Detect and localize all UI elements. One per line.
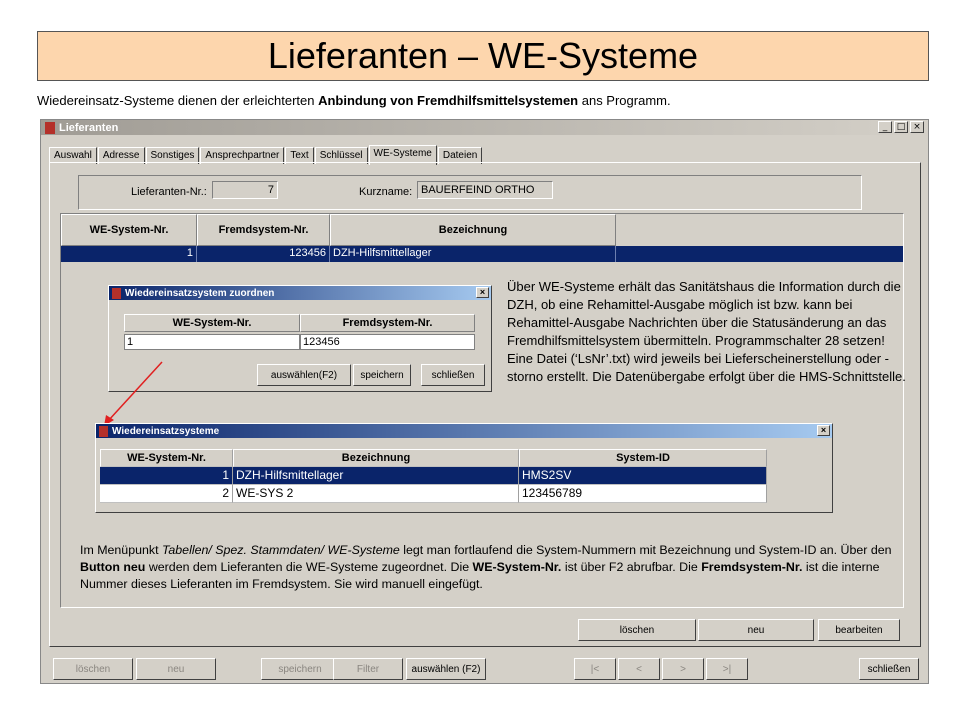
list-col-we-system[interactable]: WE-System-Nr.	[100, 449, 233, 467]
kurzname-field[interactable]: BAUERFEIND ORTHO	[417, 181, 553, 199]
note-part-7: ist über F2 abrufbar. Die	[561, 560, 702, 574]
new-button[interactable]: neu	[698, 619, 814, 641]
bottom-note: Im Menüpunkt Tabellen/ Spez. Stammdaten/…	[80, 542, 900, 593]
header-box: Lieferanten-Nr.: 7 Kurzname: BAUERFEIND …	[78, 175, 862, 210]
slide-subtitle: Wiedereinsatz-Systeme dienen der erleich…	[37, 93, 671, 108]
cell-fremdsystem-nr: 123456	[197, 246, 330, 262]
bottom-new-button[interactable]: neu	[136, 658, 216, 680]
subtitle-post: ans Programm.	[578, 93, 671, 108]
assign-col-fremdsystem: Fremdsystem-Nr.	[300, 314, 475, 332]
window-controls: _ □ ×	[878, 121, 924, 133]
table-row[interactable]: 2 WE-SYS 2 123456789	[100, 485, 830, 503]
cell-system-id: HMS2SV	[519, 467, 767, 485]
window-title: Lieferanten	[59, 121, 119, 134]
edit-button[interactable]: bearbeiten	[818, 619, 900, 641]
bottom-save-button[interactable]: speichern	[261, 658, 339, 680]
assign-col-we-system: WE-System-Nr.	[124, 314, 300, 332]
note-fremdsystem-nr: Fremdsystem-Nr.	[701, 560, 803, 574]
next-record-button[interactable]: >	[662, 658, 704, 680]
grid-header: WE-System-Nr. Fremdsystem-Nr. Bezeichnun…	[61, 214, 616, 246]
note-part-3: legt man fortlaufend die System-Nummern …	[399, 543, 892, 557]
cell-bezeichnung: DZH-Hilfsmittellager	[330, 246, 616, 262]
tab-bar: Auswahl Adresse Sonstiges Ansprechpartne…	[49, 144, 483, 165]
app-icon	[99, 425, 108, 437]
bottom-select-button[interactable]: auswählen (F2)	[406, 658, 486, 680]
lieferant-field[interactable]: 7	[212, 181, 278, 199]
table-header: WE-System-Nr. Bezeichnung System-ID	[100, 449, 830, 467]
note-menu-path: Tabellen/ Spez. Stammdaten/ WE-Systeme	[161, 543, 400, 557]
kurzname-label: Kurzname:	[359, 186, 413, 198]
fremdsystem-input[interactable]: 123456	[300, 334, 475, 350]
we-systems-dialog-titlebar: Wiedereinsatzsysteme ×	[96, 424, 832, 438]
close-icon[interactable]: ×	[910, 121, 924, 133]
window-titlebar: Lieferanten	[41, 120, 928, 135]
lieferanten-window: Lieferanten _ □ × Auswahl Adresse Sonsti…	[40, 119, 929, 684]
cell-bezeichnung: WE-SYS 2	[233, 485, 519, 503]
close-button[interactable]: schließen	[859, 658, 919, 680]
app-icon	[45, 121, 55, 134]
slide-title: Lieferanten – WE-Systeme	[37, 31, 929, 81]
delete-button[interactable]: löschen	[578, 619, 696, 641]
assign-dialog: Wiedereinsatzsystem zuordnen × WE-System…	[108, 285, 492, 392]
we-systems-table: WE-System-Nr. Bezeichnung System-ID 1 DZ…	[100, 449, 830, 503]
we-systems-dialog: Wiedereinsatzsysteme × WE-System-Nr. Bez…	[95, 423, 833, 513]
subtitle-bold: Anbindung von Fremdhilfsmittelsystemen	[318, 93, 579, 108]
table-row[interactable]: 1 123456 DZH-Hilfsmittellager	[61, 246, 903, 262]
we-systems-dialog-title: Wiedereinsatzsysteme	[112, 425, 220, 437]
col-we-system-nr[interactable]: WE-System-Nr.	[61, 214, 197, 246]
note-button-neu: Button neu	[80, 560, 146, 574]
prev-record-button[interactable]: <	[618, 658, 660, 680]
last-record-button[interactable]: >|	[706, 658, 748, 680]
maximize-icon[interactable]: □	[894, 121, 908, 133]
cell-bezeichnung: DZH-Hilfsmittellager	[233, 467, 519, 485]
close-dialog-button[interactable]: schließen	[421, 364, 485, 386]
close-icon[interactable]: ×	[476, 287, 489, 298]
app-icon	[112, 287, 121, 299]
assign-dialog-titlebar: Wiedereinsatzsystem zuordnen ×	[109, 286, 491, 300]
we-system-input[interactable]: 1	[124, 334, 300, 350]
list-col-bezeichnung[interactable]: Bezeichnung	[233, 449, 519, 467]
cell-we-system-nr: 2	[100, 485, 233, 503]
assign-dialog-title: Wiedereinsatzsystem zuordnen	[125, 287, 275, 299]
cell-we-system-nr: 1	[100, 467, 233, 485]
table-row[interactable]: 1 DZH-Hilfsmittellager HMS2SV	[100, 467, 830, 485]
bottom-filter-button[interactable]: Filter	[333, 658, 403, 680]
col-bezeichnung[interactable]: Bezeichnung	[330, 214, 616, 246]
save-button[interactable]: speichern	[353, 364, 411, 386]
cell-system-id: 123456789	[519, 485, 767, 503]
subtitle-pre: Wiedereinsatz-Systeme dienen der erleich…	[37, 93, 319, 108]
lieferant-label: Lieferanten-Nr.:	[131, 186, 207, 198]
note-part-1: Im Menüpunkt	[80, 543, 162, 557]
cell-we-system-nr: 1	[61, 246, 197, 262]
bottom-delete-button[interactable]: löschen	[53, 658, 133, 680]
close-icon[interactable]: ×	[817, 425, 830, 436]
info-text: Über WE-Systeme erhält das Sanitätshaus …	[507, 279, 906, 384]
minimize-icon[interactable]: _	[878, 121, 892, 133]
select-f2-button[interactable]: auswählen(F2)	[257, 364, 351, 386]
note-we-system-nr: WE-System-Nr.	[472, 560, 562, 574]
note-part-5: werden dem Lieferanten die WE-Systeme zu…	[145, 560, 473, 574]
list-col-system-id[interactable]: System-ID	[519, 449, 767, 467]
first-record-button[interactable]: |<	[574, 658, 616, 680]
col-fremdsystem-nr[interactable]: Fremdsystem-Nr.	[197, 214, 330, 246]
